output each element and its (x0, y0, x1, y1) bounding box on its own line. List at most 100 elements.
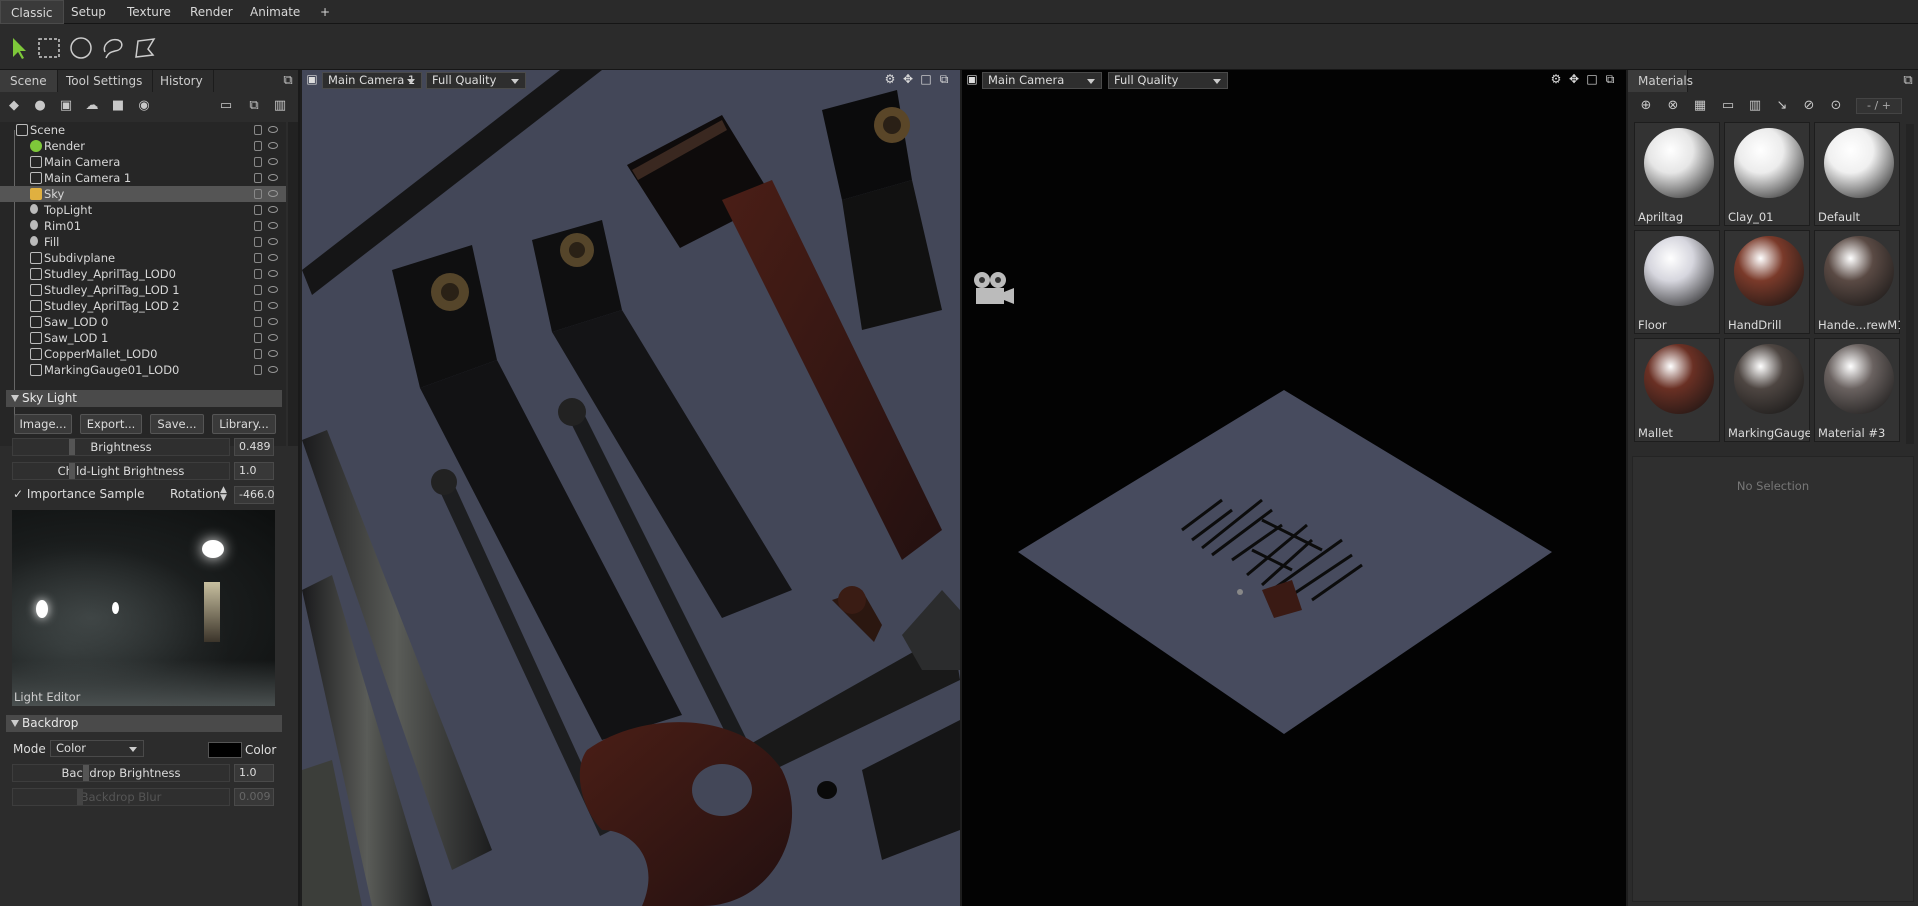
lock-icon[interactable] (254, 269, 262, 279)
tree-item[interactable]: Main Camera (0, 154, 286, 170)
image-button[interactable]: Image... (14, 414, 72, 434)
tree-item[interactable]: Sky (0, 186, 286, 202)
tab-tool-settings[interactable]: Tool Settings (56, 70, 154, 92)
add-shape-icon[interactable]: ◉ (136, 98, 152, 114)
tree-item[interactable]: TopLight (0, 202, 286, 218)
camera-gizmo-icon[interactable] (972, 270, 1014, 308)
child-brightness-slider[interactable]: Child-Light Brightness (12, 462, 230, 480)
settings-gear-icon[interactable]: ⚙ (1550, 73, 1562, 85)
maximize-icon[interactable]: □ (920, 73, 932, 85)
popout-icon[interactable]: ⧉ (1900, 73, 1916, 89)
materials-scrollbar[interactable] (1906, 124, 1914, 444)
trash-icon[interactable]: ▥ (272, 98, 288, 114)
material-swatch[interactable]: Apriltag (1634, 122, 1720, 226)
visibility-eye-icon[interactable] (268, 206, 278, 213)
maximize-icon[interactable]: □ (1586, 73, 1598, 85)
menu-texture[interactable]: Texture (117, 0, 181, 24)
move-icon[interactable]: ✥ (902, 73, 914, 85)
link-icon[interactable]: ⊙ (1828, 98, 1844, 114)
settings-gear-icon[interactable]: ⚙ (884, 73, 896, 85)
add-object-icon[interactable]: ■ (110, 98, 126, 114)
tree-item[interactable]: MarkingGauge01_LOD0 (0, 362, 286, 378)
add-mesh-icon[interactable]: ◆ (6, 98, 22, 114)
material-swatch[interactable]: Default (1814, 122, 1900, 226)
visibility-eye-icon[interactable] (268, 190, 278, 197)
checker-icon[interactable]: ▦ (1692, 98, 1708, 114)
brightness-slider[interactable]: Brightness (12, 438, 230, 456)
tab-scene[interactable]: Scene (0, 70, 58, 92)
backdrop-brightness-slider[interactable]: Backdrop Brightness (12, 764, 230, 782)
lock-icon[interactable] (254, 157, 262, 167)
lock-icon[interactable] (254, 205, 262, 215)
apply-icon[interactable]: ⊘ (1801, 98, 1817, 114)
camera-dropdown[interactable]: Main Camera (982, 72, 1102, 89)
add-sky-icon[interactable]: ☁ (84, 98, 100, 114)
mode-dropdown[interactable]: Color (50, 740, 144, 757)
visibility-eye-icon[interactable] (268, 174, 278, 181)
add-camera-icon[interactable]: ▣ (58, 98, 74, 114)
lock-icon[interactable] (254, 253, 262, 263)
tree-item[interactable]: Studley_AprilTag_LOD 2 (0, 298, 286, 314)
material-counter[interactable]: - / + (1856, 98, 1902, 114)
rect-select-icon[interactable] (36, 35, 62, 61)
tree-item[interactable]: Render (0, 138, 286, 154)
move-icon[interactable]: ✥ (1568, 73, 1580, 85)
slider-knob[interactable] (69, 439, 75, 455)
visibility-eye-icon[interactable] (268, 270, 278, 277)
camera-dropdown[interactable]: Main Camera 1 (322, 72, 422, 89)
copy-material-icon[interactable]: ⊗ (1665, 98, 1681, 114)
lock-icon[interactable] (254, 301, 262, 311)
tab-history[interactable]: History (150, 70, 214, 92)
hdri-preview[interactable]: Light Editor (12, 510, 275, 706)
tree-item[interactable]: Main Camera 1 (0, 170, 286, 186)
lock-icon[interactable] (254, 173, 262, 183)
library-button[interactable]: Library... (212, 414, 276, 434)
lock-icon[interactable] (254, 237, 262, 247)
rotation-value[interactable]: -466.0 (234, 486, 274, 504)
rotation-stepper-icon[interactable]: ▲ ▼ (220, 486, 227, 503)
slider-knob[interactable] (83, 765, 89, 781)
viewport-main-camera[interactable]: ▣ Main Camera Full Quality ⚙ ✥ □ ⧉ (962, 70, 1626, 906)
pick-icon[interactable]: ↘ (1774, 98, 1790, 114)
tree-item[interactable]: Saw_LOD 0 (0, 314, 286, 330)
menu-classic[interactable]: Classic (0, 0, 64, 24)
visibility-eye-icon[interactable] (268, 302, 278, 309)
add-material-icon[interactable]: ⊕ (1638, 98, 1654, 114)
visibility-eye-icon[interactable] (268, 366, 278, 373)
visibility-eye-icon[interactable] (268, 158, 278, 165)
sky-light-header[interactable]: Sky Light (6, 390, 282, 407)
visibility-eye-icon[interactable] (268, 334, 278, 341)
lock-icon[interactable] (254, 189, 262, 199)
material-swatch[interactable]: Hande...rewM1 (1814, 230, 1900, 334)
material-swatch[interactable]: MarkingGauge (1724, 338, 1810, 442)
export-button[interactable]: Export... (80, 414, 142, 434)
tree-item[interactable]: Studley_AprilTag_LOD0 (0, 266, 286, 282)
visibility-eye-icon[interactable] (268, 238, 278, 245)
tree-item[interactable]: Saw_LOD 1 (0, 330, 286, 346)
circle-select-icon[interactable] (68, 35, 94, 61)
material-swatch[interactable]: Material #3 (1814, 338, 1900, 442)
tree-item[interactable]: Subdivplane (0, 250, 286, 266)
quality-dropdown[interactable]: Full Quality (426, 72, 526, 89)
folder-icon[interactable]: ▭ (218, 98, 234, 114)
backdrop-brightness-value[interactable]: 1.0 (234, 764, 274, 782)
tree-item[interactable]: Studley_AprilTag_LOD 1 (0, 282, 286, 298)
duplicate-icon[interactable]: ⧉ (246, 98, 262, 114)
visibility-eye-icon[interactable] (268, 222, 278, 229)
viewport-main-camera-1[interactable]: ▣ Main Camera 1 Full Quality ⚙ ✥ □ ⧉ (302, 70, 960, 906)
visibility-eye-icon[interactable] (268, 286, 278, 293)
menu-add-tab[interactable]: + (310, 0, 340, 24)
add-light-icon[interactable]: ● (32, 98, 48, 114)
folder-icon[interactable]: ▭ (1720, 98, 1736, 114)
save-button[interactable]: Save... (150, 414, 204, 434)
lock-icon[interactable] (254, 349, 262, 359)
popout-icon[interactable]: ⧉ (280, 73, 296, 89)
tree-item[interactable]: CopperMallet_LOD0 (0, 346, 286, 362)
material-swatch[interactable]: Clay_01 (1724, 122, 1810, 226)
lock-icon[interactable] (254, 333, 262, 343)
popout-icon[interactable]: ⧉ (1604, 73, 1616, 85)
polygon-select-icon[interactable] (132, 35, 158, 61)
menu-animate[interactable]: Animate (240, 0, 310, 24)
visibility-eye-icon[interactable] (268, 318, 278, 325)
popout-icon[interactable]: ⧉ (938, 73, 950, 85)
